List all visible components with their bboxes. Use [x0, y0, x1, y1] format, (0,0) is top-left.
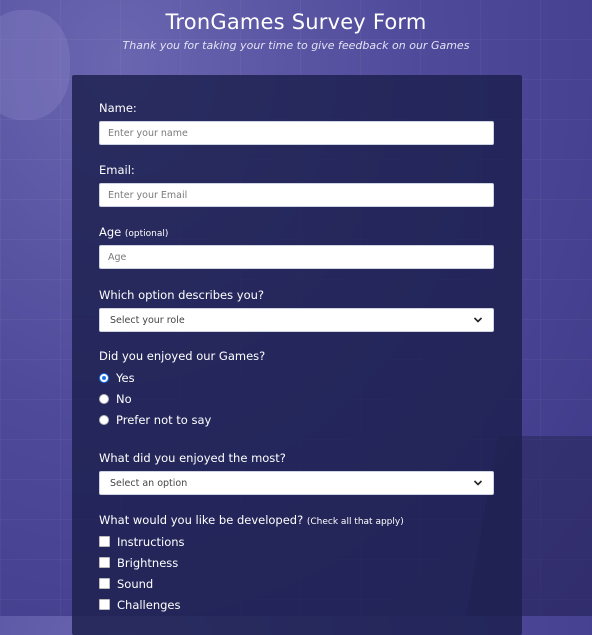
- checkbox-challenges[interactable]: [99, 599, 110, 610]
- chevron-down-icon: [473, 317, 483, 323]
- enjoyed-field-group: Did you enjoyed our Games? Yes No Prefer…: [99, 349, 494, 430]
- checkbox-option-sound[interactable]: Sound: [99, 573, 494, 594]
- radio-option-no[interactable]: No: [99, 388, 494, 409]
- email-label: Email:: [99, 163, 135, 177]
- age-label-text: Age: [99, 225, 122, 239]
- checkbox-sound[interactable]: [99, 578, 110, 589]
- checkbox-option-challenges[interactable]: Challenges: [99, 594, 494, 615]
- role-select[interactable]: Select your role: [99, 308, 494, 332]
- most-select[interactable]: Select an option: [99, 471, 494, 495]
- radio-prefer-not[interactable]: [99, 414, 109, 425]
- name-field-group: Name:: [99, 101, 494, 145]
- radio-no[interactable]: [99, 393, 109, 404]
- age-input[interactable]: [99, 245, 494, 269]
- radio-option-prefer-not[interactable]: Prefer not to say: [99, 409, 494, 430]
- survey-form: Name: Email: Age (optional) Which option…: [72, 75, 522, 635]
- role-label: Which option describes you?: [99, 288, 265, 302]
- page-subtitle: Thank you for taking your time to give f…: [122, 39, 470, 52]
- develop-label: What would you like be developed? (Check…: [99, 513, 494, 527]
- radio-prefer-not-label: Prefer not to say: [116, 412, 212, 427]
- checkbox-challenges-label: Challenges: [117, 597, 181, 612]
- radio-yes-label: Yes: [116, 370, 135, 385]
- checkbox-brightness-label: Brightness: [117, 555, 179, 570]
- age-field-group: Age (optional): [99, 225, 494, 269]
- checkbox-instructions-label: Instructions: [117, 534, 185, 549]
- checkbox-sound-label: Sound: [117, 576, 154, 591]
- age-label: Age (optional): [99, 225, 494, 239]
- chevron-down-icon: [473, 480, 483, 486]
- radio-option-yes[interactable]: Yes: [99, 367, 494, 388]
- develop-field-group: What would you like be developed? (Check…: [99, 513, 494, 615]
- role-field-group: Which option describes you? Select your …: [99, 288, 494, 332]
- checkbox-brightness[interactable]: [99, 557, 110, 568]
- email-input[interactable]: [99, 183, 494, 207]
- checkbox-option-instructions[interactable]: Instructions: [99, 531, 494, 552]
- develop-hint: (Check all that apply): [306, 517, 404, 527]
- checkbox-option-brightness[interactable]: Brightness: [99, 552, 494, 573]
- page-title: TronGames Survey Form: [165, 10, 427, 34]
- age-optional-hint: (optional): [124, 229, 169, 239]
- most-label: What did you enjoyed the most?: [99, 451, 286, 465]
- checkbox-instructions[interactable]: [99, 536, 110, 547]
- most-select-value: Select an option: [110, 477, 188, 489]
- radio-no-label: No: [116, 391, 132, 406]
- page-header: TronGames Survey Form Thank you for taki…: [0, 0, 592, 52]
- enjoyed-label: Did you enjoyed our Games?: [99, 349, 266, 363]
- most-field-group: What did you enjoyed the most? Select an…: [99, 451, 494, 495]
- develop-label-text: What would you like be developed?: [99, 513, 304, 527]
- name-label: Name:: [99, 101, 137, 115]
- radio-yes[interactable]: [99, 372, 109, 383]
- role-select-value: Select your role: [110, 314, 185, 326]
- email-field-group: Email:: [99, 163, 494, 207]
- name-input[interactable]: [99, 121, 494, 145]
